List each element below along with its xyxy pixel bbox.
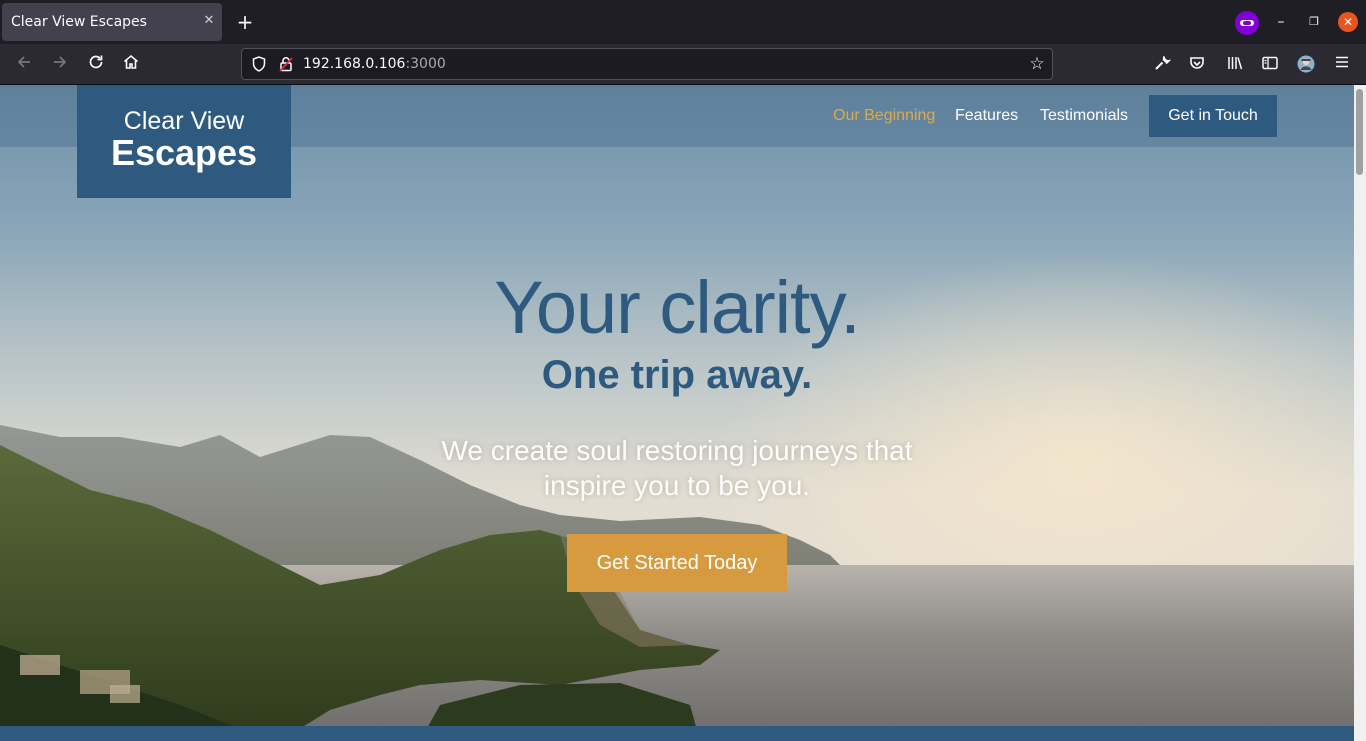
lock-icon[interactable] bbox=[277, 55, 295, 73]
site-logo[interactable]: Clear View Escapes bbox=[77, 85, 291, 198]
reload-icon[interactable] bbox=[84, 53, 108, 77]
hero-description: We create soul restoring journeys that i… bbox=[441, 435, 913, 501]
library-icon[interactable] bbox=[1224, 54, 1246, 76]
browser-toolbar: 192.168.0.106:3000 ☆ bbox=[0, 44, 1366, 85]
url-bar[interactable]: 192.168.0.106:3000 ☆ bbox=[241, 48, 1053, 80]
hero-subtitle: One trip away. bbox=[541, 353, 813, 397]
url-port: :3000 bbox=[405, 56, 446, 72]
home-icon[interactable] bbox=[119, 53, 143, 77]
private-browsing-icon bbox=[1235, 11, 1259, 35]
nav-link-testimonials[interactable]: Testimonials bbox=[1040, 107, 1128, 125]
nav-link-features[interactable]: Features bbox=[955, 107, 1018, 125]
minimize-window-button[interactable]: – bbox=[1272, 12, 1290, 32]
get-in-touch-button[interactable]: Get in Touch bbox=[1149, 95, 1277, 137]
new-tab-button[interactable]: + bbox=[234, 11, 256, 33]
get-started-button[interactable]: Get Started Today bbox=[567, 534, 787, 592]
back-icon[interactable] bbox=[12, 53, 36, 77]
page-scrollbar[interactable] bbox=[1354, 85, 1366, 741]
menu-icon[interactable] bbox=[1331, 54, 1353, 76]
nav-link-our-beginning[interactable]: Our Beginning bbox=[833, 107, 935, 125]
url-text[interactable]: 192.168.0.106:3000 bbox=[303, 56, 446, 72]
tab-title: Clear View Escapes bbox=[11, 14, 147, 30]
close-tab-icon[interactable]: ✕ bbox=[200, 12, 218, 30]
browser-tab[interactable]: Clear View Escapes ✕ bbox=[2, 3, 222, 41]
star-icon[interactable]: ☆ bbox=[1027, 54, 1047, 74]
sidebar-icon[interactable] bbox=[1259, 54, 1281, 76]
maximize-window-button[interactable]: ❐ bbox=[1305, 12, 1323, 32]
account-icon[interactable] bbox=[1295, 54, 1317, 76]
scrollbar-thumb[interactable] bbox=[1356, 89, 1363, 175]
page-viewport: Clear View Escapes Our Beginning Feature… bbox=[0, 85, 1354, 741]
browser-tab-strip: Clear View Escapes ✕ + – ❐ ✕ bbox=[0, 0, 1366, 44]
pocket-icon[interactable] bbox=[1186, 54, 1208, 76]
logo-line-2: Escapes bbox=[110, 132, 258, 173]
url-host: 192.168.0.106 bbox=[303, 56, 406, 72]
wrench-icon[interactable] bbox=[1151, 54, 1173, 76]
hero-title: Your clarity. bbox=[494, 266, 860, 349]
forward-icon[interactable] bbox=[48, 53, 72, 77]
shield-icon[interactable] bbox=[250, 55, 268, 73]
close-window-button[interactable]: ✕ bbox=[1338, 12, 1358, 32]
next-section-band bbox=[0, 726, 1354, 741]
